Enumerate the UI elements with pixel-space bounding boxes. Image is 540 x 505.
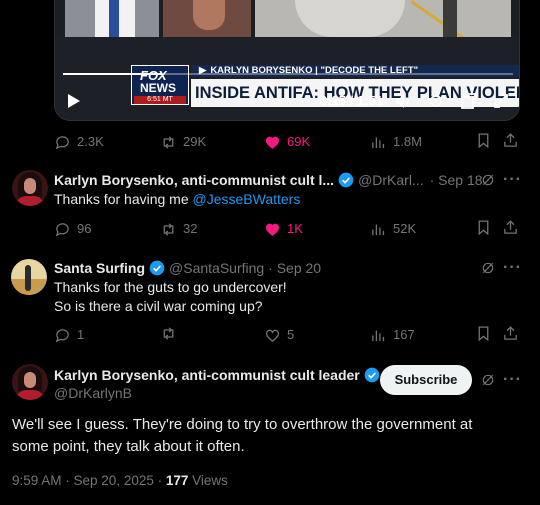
- tweet-header: Santa Surfing @SantaSurfing · Sep 20: [54, 259, 321, 277]
- settings-gear-icon[interactable]: [427, 88, 445, 118]
- share-icon: [504, 326, 517, 340]
- heart-icon: [265, 329, 280, 342]
- verified-badge-icon: [149, 260, 165, 276]
- bookmark-icon: [478, 326, 489, 342]
- avatar[interactable]: [12, 170, 48, 206]
- like-button[interactable]: 1K: [264, 219, 303, 239]
- share-button[interactable]: [502, 132, 519, 149]
- views-icon: [372, 137, 385, 148]
- repost-icon: [163, 135, 174, 149]
- tweet-timestamp: 9:59 AM · Sep 20, 2025 · 177 Views: [12, 473, 228, 488]
- avatar[interactable]: [12, 364, 48, 400]
- video-progress-bar[interactable]: [63, 73, 513, 75]
- tweet-actions: 2.3K 29K 69K 1.8M: [54, 132, 520, 152]
- mention-link[interactable]: @JesseBWatters: [193, 191, 301, 207]
- views-button[interactable]: 1.8M: [370, 132, 422, 152]
- tweet-header: Karlyn Borysenko, anti-communist cult l.…: [54, 171, 483, 189]
- avatar[interactable]: [11, 259, 47, 295]
- reply-button[interactable]: 96: [54, 219, 91, 239]
- like-button[interactable]: 5: [264, 325, 294, 345]
- tweet-time[interactable]: · Sep 20: [268, 259, 321, 277]
- video-player[interactable]: FOX NEWS 6:51 MT ▶ KARLYN BORYSENKO | "DE…: [54, 0, 520, 121]
- repost-button[interactable]: [160, 325, 183, 342]
- user-handle[interactable]: @DrKarl...: [358, 171, 424, 189]
- tweet-time[interactable]: · Sep 18: [430, 171, 483, 189]
- display-name[interactable]: Karlyn Borysenko, anti-communist cult l.…: [54, 171, 334, 189]
- display-name[interactable]: Santa Surfing: [54, 259, 145, 277]
- bookmark-icon: [478, 133, 489, 149]
- verified-badge-icon: [364, 367, 380, 383]
- repost-button[interactable]: 29K: [160, 132, 206, 152]
- grok-icon[interactable]: [479, 171, 497, 189]
- tweet-handle-row: @DrKarlynB: [54, 384, 132, 402]
- reply-icon: [55, 135, 69, 149]
- views-icon: [372, 224, 385, 235]
- share-button[interactable]: [502, 325, 519, 342]
- chyron-name: ▶ KARLYN BORYSENKO | "DECODE THE LEFT": [191, 65, 519, 77]
- tweet-actions: 96 32 1K 52K: [54, 219, 520, 239]
- repost-button[interactable]: 32: [160, 219, 197, 239]
- thumbnail-street-panel: [255, 0, 511, 43]
- tweet-actions: 1 5 167: [54, 325, 520, 345]
- user-handle[interactable]: @DrKarlynB: [54, 384, 132, 402]
- share-icon: [504, 133, 517, 147]
- heart-icon: [265, 136, 280, 149]
- more-options-icon[interactable]: ···: [503, 371, 522, 389]
- tweet-text-line-2: So is there a civil war coming up?: [54, 298, 263, 314]
- bookmark-button[interactable]: [475, 325, 492, 342]
- fullscreen-icon[interactable]: [492, 88, 510, 118]
- share-icon: [504, 220, 517, 234]
- thumbnail-guest-panel: [163, 0, 251, 37]
- thumbnail-host-panel: [65, 0, 159, 37]
- tweet-text: Thanks for having me @JesseBWatters: [54, 191, 301, 207]
- views-count: 177: [165, 473, 189, 488]
- verified-badge-icon: [338, 172, 354, 188]
- video-time: 0:25 / 1:51: [320, 93, 383, 108]
- reply-button[interactable]: 1: [54, 325, 84, 345]
- picture-in-picture-icon[interactable]: [460, 88, 478, 118]
- reply-icon: [55, 222, 69, 236]
- more-options-icon[interactable]: ···: [503, 259, 522, 277]
- bookmark-icon: [478, 220, 489, 236]
- volume-icon[interactable]: [394, 88, 412, 118]
- grok-icon[interactable]: [479, 259, 497, 277]
- share-button[interactable]: [502, 219, 519, 236]
- grok-icon[interactable]: [479, 371, 497, 389]
- tweet-header: Karlyn Borysenko, anti-communist cult le…: [54, 366, 384, 384]
- reply-icon: [55, 328, 69, 342]
- play-icon[interactable]: [67, 88, 81, 117]
- views-button[interactable]: 167: [370, 325, 415, 345]
- views-icon: [372, 330, 385, 341]
- subscribe-button[interactable]: Subscribe: [380, 365, 472, 395]
- main-tweet-text: We'll see I guess. They're doing to try …: [12, 416, 473, 455]
- views-button[interactable]: 52K: [370, 219, 416, 239]
- user-handle[interactable]: @SantaSurfing: [169, 259, 264, 277]
- bookmark-button[interactable]: [475, 219, 492, 236]
- reply-button[interactable]: 2.3K: [54, 132, 104, 152]
- video-controls: 0:25 / 1:51: [55, 88, 519, 117]
- like-button[interactable]: 69K: [264, 132, 310, 152]
- repost-icon: [163, 327, 174, 340]
- heart-icon: [265, 223, 280, 236]
- repost-icon: [163, 222, 174, 236]
- tweet-text-line-1: Thanks for the guts to go undercover!: [54, 279, 287, 295]
- display-name[interactable]: Karlyn Borysenko, anti-communist cult le…: [54, 366, 360, 384]
- more-options-icon[interactable]: ···: [503, 171, 522, 189]
- bookmark-button[interactable]: [475, 132, 492, 149]
